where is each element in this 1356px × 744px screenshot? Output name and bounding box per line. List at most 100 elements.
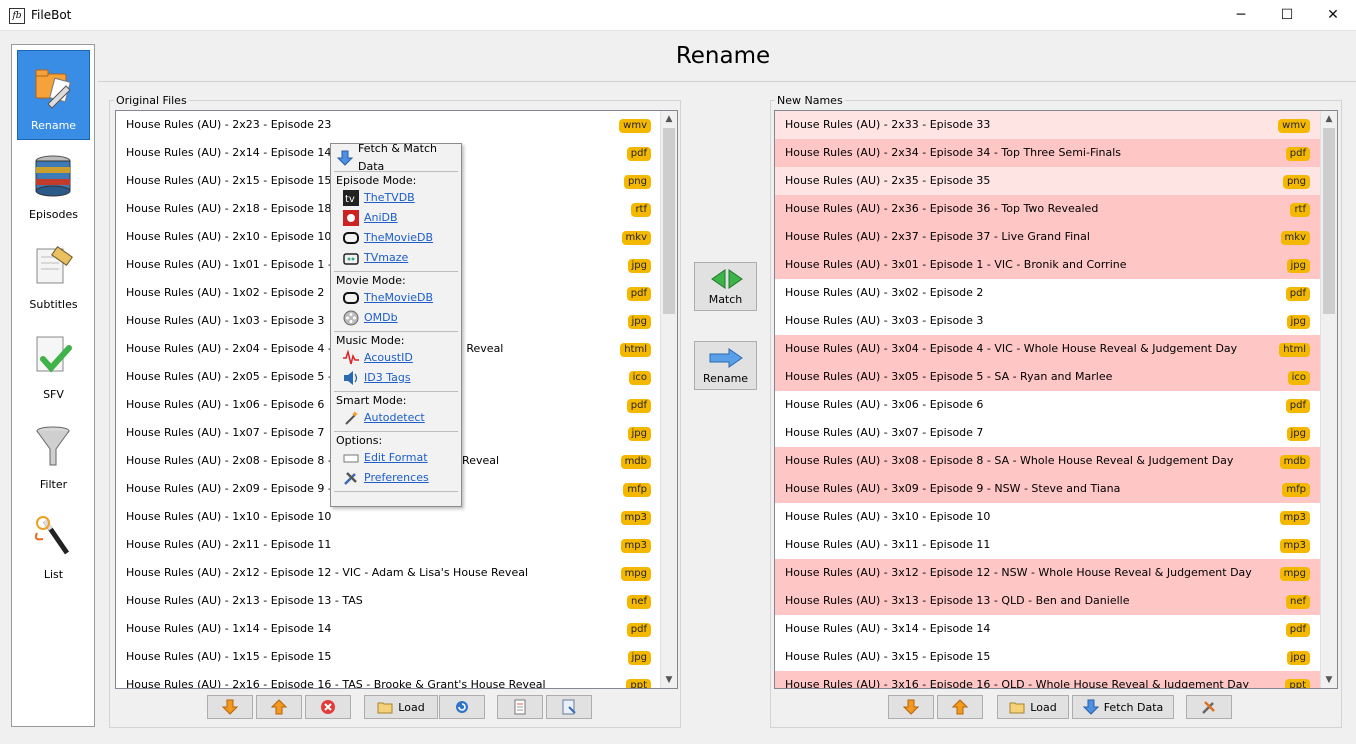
scroll-thumb[interactable] [1323, 128, 1335, 314]
menu-item-thetvdb[interactable]: tv TheTVDB [343, 189, 415, 207]
list-item[interactable]: House Rules (AU) - 2x11 - Episode 11 mp3 [116, 531, 661, 559]
file-name: House Rules (AU) - 2x36 - Episode 36 - T… [785, 202, 1099, 215]
list-item[interactable]: House Rules (AU) - 2x34 - Episode 34 - T… [775, 139, 1320, 167]
list-item[interactable]: House Rules (AU) - 3x02 - Episode 2 pdf [775, 279, 1320, 307]
original-files-scrollbar[interactable]: ▲ ▼ [660, 111, 677, 688]
tvmaze-link[interactable]: TVmaze [364, 249, 408, 267]
list-item[interactable]: House Rules (AU) - 2x23 - Episode 23 wmv [116, 111, 661, 139]
save-list-button[interactable] [546, 695, 592, 719]
omdb-link[interactable]: OMDb [364, 309, 398, 327]
sidebar-label-episodes: Episodes [29, 208, 78, 221]
preferences-link[interactable]: Preferences [364, 469, 429, 487]
file-name: House Rules (AU) - 3x10 - Episode 10 [785, 510, 991, 523]
list-item[interactable]: House Rules (AU) - 1x14 - Episode 14 pdf [116, 615, 661, 643]
list-item[interactable]: House Rules (AU) - 2x12 - Episode 12 - V… [116, 559, 661, 587]
extension-badge: jpg [1286, 651, 1310, 665]
new-names-list[interactable]: House Rules (AU) - 2x33 - Episode 33 wmv H… [774, 110, 1338, 689]
list-item[interactable]: House Rules (AU) - 3x14 - Episode 14 pdf [775, 615, 1320, 643]
menu-item-themoviedb-movie[interactable]: TheMovieDB [343, 289, 433, 307]
menu-separator [334, 491, 458, 492]
list-item[interactable]: House Rules (AU) - 3x15 - Episode 15 jpg [775, 643, 1320, 671]
extension-badge: pdf [626, 399, 651, 413]
extension-badge: jpg [627, 315, 651, 329]
refresh-button[interactable] [439, 695, 485, 719]
extension-badge: ppt [1285, 679, 1310, 688]
menu-item-omdb[interactable]: OMDb [343, 309, 398, 327]
scroll-down-arrow-icon[interactable]: ▼ [1321, 672, 1337, 688]
list-item[interactable]: House Rules (AU) - 3x09 - Episode 9 - NS… [775, 475, 1320, 503]
list-item[interactable]: House Rules (AU) - 2x16 - Episode 16 - T… [116, 671, 661, 688]
close-button[interactable]: ✕ [1310, 0, 1356, 31]
file-name: House Rules (AU) - 2x05 - Episode 5 - WA [126, 370, 354, 383]
list-item[interactable]: House Rules (AU) - 3x03 - Episode 3 jpg [775, 307, 1320, 335]
menu-item-preferences[interactable]: Preferences [343, 469, 429, 487]
sidebar-item-list[interactable]: List [17, 500, 90, 590]
preferences-button[interactable] [1186, 695, 1232, 719]
new-names-scrollbar[interactable]: ▲ ▼ [1320, 111, 1337, 688]
list-item[interactable]: House Rules (AU) - 3x16 - Episode 16 - Q… [775, 671, 1320, 688]
list-item[interactable]: House Rules (AU) - 3x13 - Episode 13 - Q… [775, 587, 1320, 615]
sidebar-item-sfv[interactable]: SFV [17, 320, 90, 410]
new-load-button[interactable]: Load [997, 695, 1069, 719]
sidebar-item-filter[interactable]: Filter [17, 410, 90, 500]
list-item[interactable]: House Rules (AU) - 2x35 - Episode 35 png [775, 167, 1320, 195]
list-item[interactable]: House Rules (AU) - 1x15 - Episode 15 jpg [116, 643, 661, 671]
clear-button[interactable] [305, 695, 351, 719]
list-item[interactable]: House Rules (AU) - 1x10 - Episode 10 mp3 [116, 503, 661, 531]
maximize-button[interactable]: ☐ [1264, 0, 1310, 31]
arrow-up-icon [271, 699, 287, 715]
menu-item-anidb[interactable]: AniDB [343, 209, 398, 227]
list-item[interactable]: House Rules (AU) - 2x37 - Episode 37 - L… [775, 223, 1320, 251]
list-item[interactable]: House Rules (AU) - 2x36 - Episode 36 - T… [775, 195, 1320, 223]
edit-format-link[interactable]: Edit Format [364, 449, 428, 467]
list-item[interactable]: House Rules (AU) - 3x04 - Episode 4 - VI… [775, 335, 1320, 363]
list-view-button[interactable] [497, 695, 543, 719]
menu-item-id3-tags[interactable]: ID3 Tags [343, 369, 411, 387]
menu-separator [334, 171, 458, 172]
scroll-up-arrow-icon[interactable]: ▲ [661, 111, 677, 127]
menu-item-acoustid[interactable]: AcoustID [343, 349, 413, 367]
list-item[interactable]: House Rules (AU) - 3x05 - Episode 5 - SA… [775, 363, 1320, 391]
list-item[interactable]: House Rules (AU) - 3x06 - Episode 6 pdf [775, 391, 1320, 419]
new-move-down-button[interactable] [888, 695, 934, 719]
extension-badge: jpg [1286, 259, 1310, 273]
list-item[interactable]: House Rules (AU) - 3x01 - Episode 1 - VI… [775, 251, 1320, 279]
list-item[interactable]: House Rules (AU) - 3x10 - Episode 10 mp3 [775, 503, 1320, 531]
anidb-link[interactable]: AniDB [364, 209, 398, 227]
sidebar-item-subtitles[interactable]: Subtitles [17, 230, 90, 320]
move-down-button[interactable] [207, 695, 253, 719]
move-up-button[interactable] [256, 695, 302, 719]
new-move-up-button[interactable] [937, 695, 983, 719]
menu-item-autodetect[interactable]: Autodetect [343, 409, 425, 427]
list-item[interactable]: House Rules (AU) - 3x08 - Episode 8 - SA… [775, 447, 1320, 475]
scroll-up-arrow-icon[interactable]: ▲ [1321, 111, 1337, 127]
list-item[interactable]: House Rules (AU) - 3x12 - Episode 12 - N… [775, 559, 1320, 587]
fetch-match-data-item[interactable]: Fetch & Match Data [337, 142, 461, 173]
menu-item-tvmaze[interactable]: TVmaze [343, 249, 408, 267]
themoviedb-episode-link[interactable]: TheMovieDB [364, 229, 433, 247]
scroll-thumb[interactable] [663, 128, 675, 314]
extension-badge: pdf [1285, 399, 1310, 413]
new-load-label: Load [1030, 700, 1057, 714]
sidebar-item-episodes[interactable]: Episodes [17, 140, 90, 230]
list-item[interactable]: House Rules (AU) - 2x33 - Episode 33 wmv [775, 111, 1320, 139]
file-name: House Rules (AU) - 3x02 - Episode 2 [785, 286, 984, 299]
rename-button[interactable]: Rename [694, 341, 757, 390]
list-item[interactable]: House Rules (AU) - 3x11 - Episode 11 mp3 [775, 531, 1320, 559]
minimize-button[interactable]: ─ [1218, 0, 1264, 31]
list-item[interactable]: House Rules (AU) - 3x07 - Episode 7 jpg [775, 419, 1320, 447]
list-item[interactable]: House Rules (AU) - 2x13 - Episode 13 - T… [116, 587, 661, 615]
thetvdb-link[interactable]: TheTVDB [364, 189, 415, 207]
original-load-button[interactable]: Load [364, 695, 438, 719]
menu-item-edit-format[interactable]: Edit Format [343, 449, 428, 467]
sidebar-item-rename[interactable]: Rename [17, 50, 90, 140]
menu-item-themoviedb-episode[interactable]: TheMovieDB [343, 229, 433, 247]
id3-tags-link[interactable]: ID3 Tags [364, 369, 411, 387]
fetch-data-button[interactable]: Fetch Data [1072, 695, 1174, 719]
refresh-icon [456, 701, 468, 713]
match-button[interactable]: Match [694, 262, 757, 311]
acoustid-link[interactable]: AcoustID [364, 349, 413, 367]
scroll-down-arrow-icon[interactable]: ▼ [661, 672, 677, 688]
autodetect-link[interactable]: Autodetect [364, 409, 425, 427]
themoviedb-movie-link[interactable]: TheMovieDB [364, 289, 433, 307]
